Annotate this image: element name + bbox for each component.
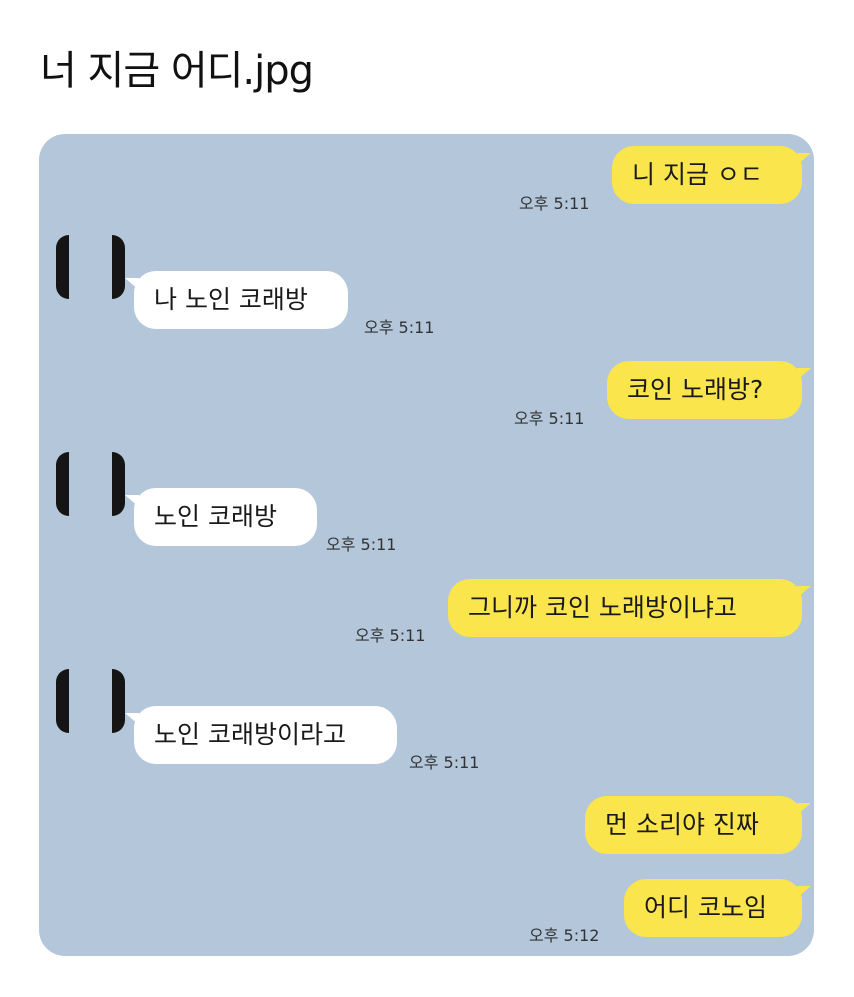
message-text: 노인 코래방이라고 bbox=[154, 720, 346, 749]
post-title: 너 지금 어디.jpg bbox=[40, 48, 314, 94]
avatar bbox=[50, 452, 126, 518]
message-time: 오후 5:12 bbox=[529, 926, 600, 945]
message-bubble-sent: 먼 소리야 진짜 bbox=[585, 796, 811, 854]
message-bubble-sent: 어디 코노임 bbox=[624, 879, 811, 937]
message-bubble-sent: 그니까 코인 노래방이냐고 bbox=[448, 579, 811, 637]
avatar bbox=[50, 669, 126, 735]
message-text: 그니까 코인 노래방이냐고 bbox=[468, 593, 737, 622]
message-text: 노인 코래방 bbox=[154, 502, 277, 531]
message-bubble-received: 노인 코래방이라고 bbox=[125, 706, 397, 764]
message-text: 코인 노래방? bbox=[627, 375, 764, 404]
message-time: 오후 5:11 bbox=[514, 409, 585, 428]
message-text: 니 지금 ㅇㄷ bbox=[632, 160, 763, 189]
message-bubble-received: 나 노인 코래방 bbox=[125, 271, 348, 329]
message-bubble-sent: 니 지금 ㅇㄷ bbox=[612, 146, 811, 204]
message-text: 나 노인 코래방 bbox=[154, 285, 308, 314]
message-bubble-received: 노인 코래방 bbox=[125, 488, 317, 546]
message-time: 오후 5:11 bbox=[364, 318, 435, 337]
chat-screenshot: 니 지금 ㅇㄷ 오후 5:11 나 노인 코래방 오후 5:11 코인 노래방?… bbox=[39, 134, 814, 956]
message-text: 먼 소리야 진짜 bbox=[605, 810, 759, 839]
message-time: 오후 5:11 bbox=[355, 626, 426, 645]
message-time: 오후 5:11 bbox=[519, 194, 590, 213]
avatar bbox=[50, 235, 126, 301]
message-time: 오후 5:11 bbox=[326, 535, 397, 554]
message-text: 어디 코노임 bbox=[644, 893, 767, 922]
message-bubble-sent: 코인 노래방? bbox=[607, 361, 811, 419]
message-time: 오후 5:11 bbox=[409, 753, 480, 772]
